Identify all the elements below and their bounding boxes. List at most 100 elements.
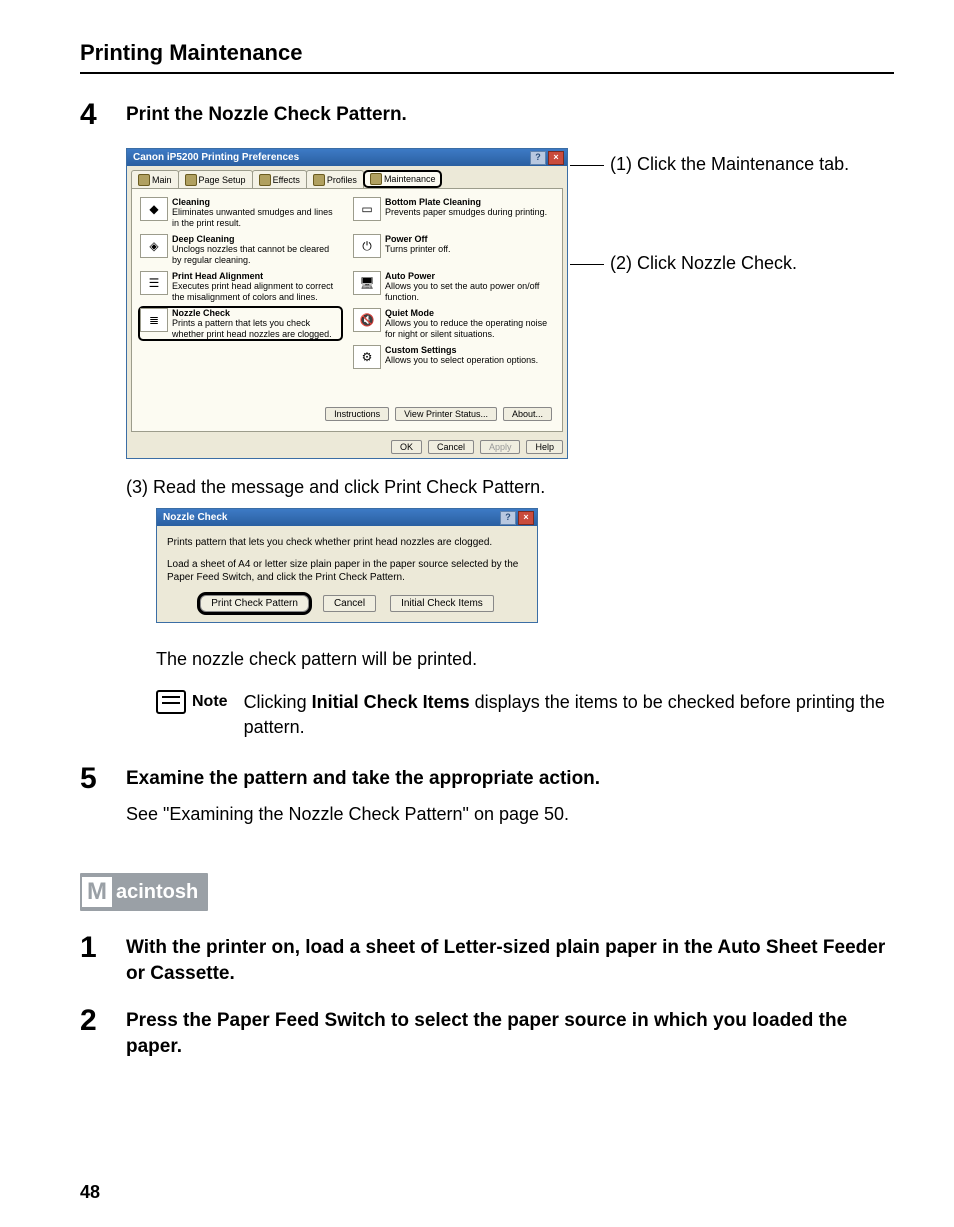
mac-step-2: 2 Press the Paper Feed Switch to select …	[80, 1004, 894, 1059]
step-5-sub: See "Examining the Nozzle Check Pattern"…	[126, 802, 894, 827]
nozzle-check-titlebar: Nozzle Check ? ×	[157, 509, 537, 526]
util-deep-desc: Unclogs nozzles that cannot be cleared b…	[172, 244, 329, 264]
util-custom-desc: Allows you to select operation options.	[385, 355, 538, 365]
tab-maintenance-icon	[370, 173, 382, 185]
mac-step-1: 1 With the printer on, load a sheet of L…	[80, 931, 894, 986]
nozzle-printed-text: The nozzle check pattern will be printed…	[156, 647, 894, 672]
util-auto-desc: Allows you to set the auto power on/off …	[385, 281, 539, 301]
tab-main-icon	[138, 174, 150, 186]
note-text: Clicking Initial Check Items displays th…	[244, 690, 894, 740]
view-printer-status-button[interactable]: View Printer Status...	[395, 407, 497, 421]
macintosh-heading-initial: M	[80, 875, 114, 909]
util-power-off[interactable]: ⏻ Power OffTurns printer off.	[351, 232, 556, 267]
callout-maintenance-tab: (1) Click the Maintenance tab.	[592, 154, 849, 175]
nozzle-check-text-2: Load a sheet of A4 or letter size plain …	[167, 558, 527, 585]
util-cleaning-title: Cleaning	[172, 197, 341, 207]
initial-check-items-button[interactable]: Initial Check Items	[390, 595, 494, 612]
mac-step-1-number: 1	[80, 931, 126, 963]
util-power-title: Power Off	[385, 234, 451, 244]
util-quiet-mode[interactable]: 🔇 Quiet ModeAllows you to reduce the ope…	[351, 306, 556, 341]
util-bottom-plate[interactable]: ▭ Bottom Plate CleaningPrevents paper sm…	[351, 195, 556, 230]
util-deep-title: Deep Cleaning	[172, 234, 341, 244]
help-button[interactable]: Help	[526, 440, 563, 454]
section-title: Printing Maintenance	[80, 40, 894, 66]
util-custom-title: Custom Settings	[385, 345, 538, 355]
mac-step-2-title: Press the Paper Feed Switch to select th…	[126, 1008, 894, 1059]
step-4-title: Print the Nozzle Check Pattern.	[126, 102, 894, 128]
custom-settings-icon: ⚙	[353, 345, 381, 369]
util-nozzle-check[interactable]: ≣ Nozzle CheckPrints a pattern that lets…	[138, 306, 343, 341]
step-5-number: 5	[80, 762, 126, 794]
tab-effects-icon	[259, 174, 271, 186]
tab-maintenance-label: Maintenance	[384, 174, 436, 184]
tab-main[interactable]: Main	[131, 170, 179, 188]
util-quiet-title: Quiet Mode	[385, 308, 554, 318]
util-nozzle-title: Nozzle Check	[172, 308, 341, 318]
nozzle-check-icon: ≣	[140, 308, 168, 332]
help-titlebar-button[interactable]: ?	[530, 151, 546, 165]
nozzle-cancel-button[interactable]: Cancel	[323, 595, 376, 612]
power-off-icon: ⏻	[353, 234, 381, 258]
util-quiet-desc: Allows you to reduce the operating noise…	[385, 318, 547, 338]
mac-step-2-number: 2	[80, 1004, 126, 1036]
macintosh-heading-rest: acintosh	[116, 881, 198, 904]
tab-strip: Main Page Setup Effects Profiles Mainten…	[127, 166, 567, 188]
tab-maintenance[interactable]: Maintenance	[363, 170, 443, 188]
util-auto-power[interactable]: 🖥 Auto PowerAllows you to set the auto p…	[351, 269, 556, 304]
ok-button[interactable]: OK	[391, 440, 422, 454]
util-bottom-title: Bottom Plate Cleaning	[385, 197, 547, 207]
head-align-icon: ☰	[140, 271, 168, 295]
util-bottom-desc: Prevents paper smudges during printing.	[385, 207, 547, 217]
step-5: 5 Examine the pattern and take the appro…	[80, 762, 894, 827]
cancel-button[interactable]: Cancel	[428, 440, 474, 454]
macintosh-heading: Macintosh	[80, 873, 208, 911]
note-block: Note Clicking Initial Check Items displa…	[156, 690, 894, 740]
util-auto-title: Auto Power	[385, 271, 554, 281]
note-icon	[156, 690, 186, 714]
nozzle-check-title: Nozzle Check	[163, 512, 227, 523]
tab-profiles-label: Profiles	[327, 175, 357, 185]
tab-page-setup[interactable]: Page Setup	[178, 170, 253, 188]
nozzle-check-dialog: Nozzle Check ? × Prints pattern that let…	[156, 508, 538, 623]
util-custom-settings[interactable]: ⚙ Custom SettingsAllows you to select op…	[351, 343, 556, 371]
divider	[80, 72, 894, 74]
bottom-plate-icon: ▭	[353, 197, 381, 221]
nozzle-help-titlebar-button[interactable]: ?	[500, 511, 516, 525]
tab-page-label: Page Setup	[199, 175, 246, 185]
auto-power-icon: 🖥	[353, 271, 381, 295]
deep-cleaning-icon: ◈	[140, 234, 168, 258]
nozzle-check-text-1: Prints pattern that lets you check wheth…	[167, 536, 527, 550]
quiet-mode-icon: 🔇	[353, 308, 381, 332]
printing-preferences-dialog: Canon iP5200 Printing Preferences ? × Ma…	[126, 148, 568, 459]
step-5-title: Examine the pattern and take the appropr…	[126, 766, 894, 792]
instructions-button[interactable]: Instructions	[325, 407, 389, 421]
step-4: 4 Print the Nozzle Check Pattern.	[80, 98, 894, 130]
util-cleaning-desc: Eliminates unwanted smudges and lines in…	[172, 207, 333, 227]
page-number: 48	[80, 1182, 100, 1203]
dialog-title: Canon iP5200 Printing Preferences	[133, 152, 299, 163]
util-deep-cleaning[interactable]: ◈ Deep CleaningUnclogs nozzles that cann…	[138, 232, 343, 267]
tab-effects[interactable]: Effects	[252, 170, 307, 188]
mac-step-1-title: With the printer on, load a sheet of Let…	[126, 935, 894, 986]
nozzle-close-titlebar-button[interactable]: ×	[518, 511, 534, 525]
tab-main-label: Main	[152, 175, 172, 185]
util-head-alignment[interactable]: ☰ Print Head AlignmentExecutes print hea…	[138, 269, 343, 304]
step-4-substep-3: (3) Read the message and click Print Che…	[126, 477, 894, 498]
print-check-pattern-button[interactable]: Print Check Pattern	[200, 595, 309, 612]
step-4-number: 4	[80, 98, 126, 130]
util-head-title: Print Head Alignment	[172, 271, 341, 281]
close-titlebar-button[interactable]: ×	[548, 151, 564, 165]
cleaning-icon: ◆	[140, 197, 168, 221]
util-head-desc: Executes print head alignment to correct…	[172, 281, 333, 301]
tab-profiles-icon	[313, 174, 325, 186]
util-nozzle-desc: Prints a pattern that lets you check whe…	[172, 318, 332, 338]
tab-effects-label: Effects	[273, 175, 300, 185]
dialog-titlebar: Canon iP5200 Printing Preferences ? ×	[127, 149, 567, 166]
about-button[interactable]: About...	[503, 407, 552, 421]
note-label: Note	[192, 693, 228, 711]
apply-button[interactable]: Apply	[480, 440, 521, 454]
tab-profiles[interactable]: Profiles	[306, 170, 364, 188]
callout-nozzle-check: (2) Click Nozzle Check.	[592, 253, 849, 274]
tab-page-icon	[185, 174, 197, 186]
util-cleaning[interactable]: ◆ CleaningEliminates unwanted smudges an…	[138, 195, 343, 230]
